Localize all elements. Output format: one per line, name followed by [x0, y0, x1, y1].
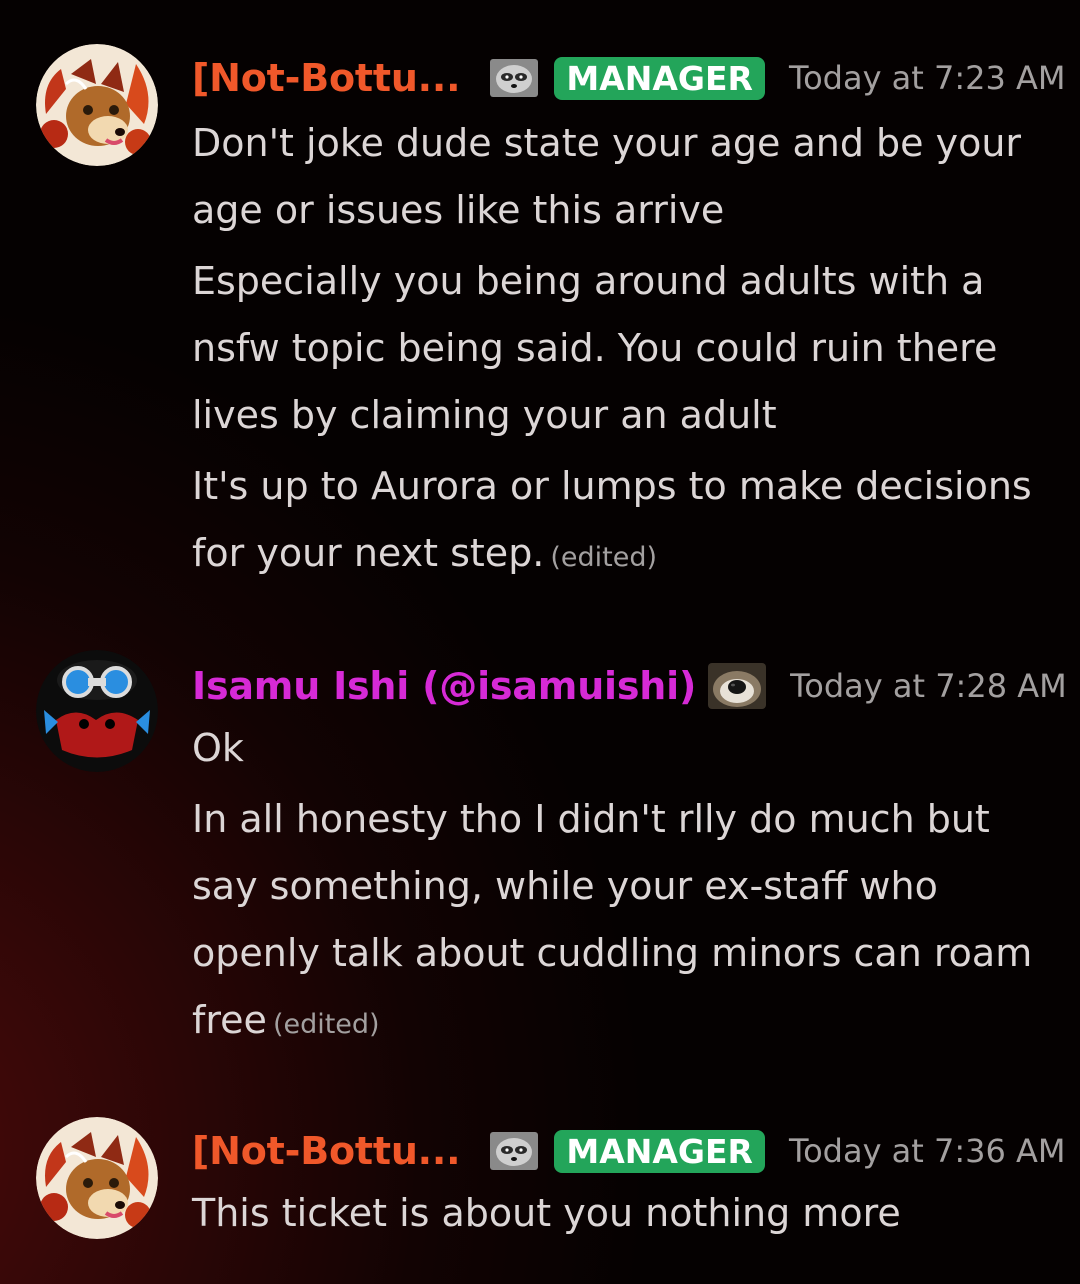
fox-avatar-icon: [36, 1117, 158, 1239]
message-text: Ok: [192, 715, 1042, 782]
username[interactable]: [Not-Bottu...: [192, 56, 461, 100]
timestamp[interactable]: Today at 7:28 AM: [790, 667, 1067, 705]
message-text: It's up to Aurora or lumps to make decis…: [192, 453, 1042, 591]
message-text-content: Especially you being around adults with …: [192, 259, 998, 437]
message-body: This ticket is about you nothing more: [192, 1180, 1042, 1251]
message-text-content: Don't joke dude state your age and be yo…: [192, 121, 1022, 232]
role-badge[interactable]: MANAGER: [554, 1129, 765, 1173]
avatar[interactable]: [36, 650, 158, 772]
message-text-content: This ticket is about you nothing more: [192, 1191, 901, 1235]
message-header: Isamu Ishi (@isamuishi) Today at 7:28 AM: [192, 658, 1067, 714]
avatar[interactable]: [36, 44, 158, 166]
message-text-content: Ok: [192, 726, 244, 770]
message-text: In all honesty tho I didn't rlly do much…: [192, 786, 1042, 1058]
username[interactable]: [Not-Bottu...: [192, 1129, 461, 1173]
edited-label: (edited): [550, 542, 658, 573]
goggles-character-avatar-icon: [36, 650, 158, 772]
message-text: Especially you being around adults with …: [192, 248, 1042, 449]
timestamp[interactable]: Today at 7:23 AM: [789, 59, 1066, 97]
role-badge[interactable]: MANAGER: [554, 56, 765, 100]
edited-label: (edited): [272, 1009, 380, 1040]
message-text: This ticket is about you nothing more: [192, 1180, 1042, 1247]
message-text-content: In all honesty tho I didn't rlly do much…: [192, 797, 1033, 1042]
username[interactable]: Isamu Ishi (@isamuishi): [192, 664, 696, 708]
raccoon-emoji-icon[interactable]: [490, 1132, 539, 1170]
avatar[interactable]: [36, 1117, 158, 1239]
fox-avatar-icon: [36, 44, 158, 166]
message-body: Don't joke dude state your age and be yo…: [192, 110, 1042, 595]
message-text: Don't joke dude state your age and be yo…: [192, 110, 1042, 244]
dog-nose-emoji-icon[interactable]: [708, 663, 767, 709]
raccoon-emoji-icon[interactable]: [490, 59, 539, 97]
timestamp[interactable]: Today at 7:36 AM: [789, 1132, 1066, 1170]
message-header: [Not-Bottu... MANAGER Today at 7:23 AM: [192, 50, 1066, 106]
message-header: [Not-Bottu... MANAGER Today at 7:36 AM: [192, 1123, 1066, 1179]
message-body: Ok In all honesty tho I didn't rlly do m…: [192, 715, 1042, 1062]
